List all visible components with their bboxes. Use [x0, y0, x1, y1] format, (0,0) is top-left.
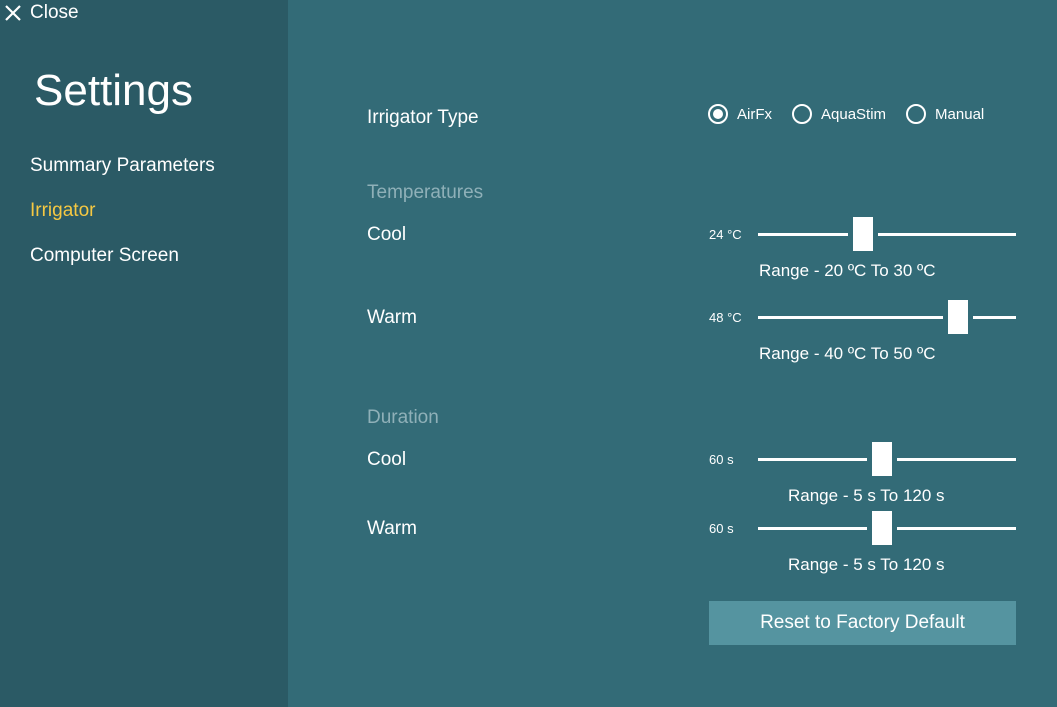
duration-cool-slider[interactable] [758, 441, 1016, 477]
slider-thumb[interactable] [853, 217, 874, 251]
radio-airfx-label: AirFx [737, 105, 772, 123]
duration-warm-range: Range - 5 s To 120 s [788, 555, 945, 574]
radio-airfx-circle[interactable] [708, 104, 728, 124]
duration-cool-value: 60 s [709, 452, 734, 467]
nav-item-computer-screen[interactable]: Computer Screen [30, 242, 215, 287]
page-title: Settings [34, 66, 193, 115]
temp-warm-slider[interactable] [758, 299, 1016, 335]
sidebar: Close Settings Summary Parameters Irriga… [0, 0, 288, 707]
nav-item-irrigator[interactable]: Irrigator [30, 197, 215, 242]
temp-warm-range: Range - 40 ºC To 50 ºC [759, 344, 936, 363]
slider-thumb[interactable] [948, 300, 969, 334]
duration-warm-value: 60 s [709, 521, 734, 536]
slider-thumb[interactable] [871, 511, 892, 545]
irrigator-type-options: AirFx AquaStim Manual [708, 104, 1004, 124]
duration-cool-label: Cool [367, 449, 407, 470]
temp-cool-range: Range - 20 ºC To 30 ºC [759, 261, 936, 280]
settings-content: Irrigator Type AirFx AquaStim Manual Tem… [288, 0, 1057, 707]
temperatures-heading: Temperatures [367, 182, 484, 203]
close-icon [5, 5, 21, 21]
duration-warm-label: Warm [367, 518, 417, 539]
temp-cool-value: 24 °C [709, 227, 742, 242]
radio-aquastim-label: AquaStim [821, 105, 887, 123]
temp-cool-slider[interactable] [758, 216, 1016, 252]
nav-item-summary-parameters[interactable]: Summary Parameters [30, 152, 215, 197]
radio-manual-circle[interactable] [906, 104, 927, 124]
close-label: Close [30, 2, 79, 23]
temp-cool-label: Cool [367, 224, 407, 245]
slider-track [758, 316, 1016, 319]
radio-airfx[interactable]: AirFx [708, 104, 772, 124]
radio-manual-label: Manual [935, 105, 985, 123]
temp-warm-value: 48 °C [709, 310, 742, 325]
radio-manual[interactable]: Manual [906, 104, 984, 124]
radio-aquastim[interactable]: AquaStim [792, 104, 886, 124]
radio-aquastim-circle[interactable] [792, 104, 812, 124]
duration-cool-range: Range - 5 s To 120 s [788, 486, 945, 505]
slider-thumb[interactable] [871, 442, 892, 476]
duration-warm-slider[interactable] [758, 510, 1016, 546]
settings-nav: Summary Parameters Irrigator Computer Sc… [30, 152, 215, 287]
irrigator-type-label: Irrigator Type [367, 107, 479, 128]
temp-warm-label: Warm [367, 307, 417, 328]
slider-track [758, 233, 1016, 236]
duration-heading: Duration [367, 407, 439, 428]
close-button[interactable]: Close [4, 0, 79, 26]
reset-factory-default-button[interactable]: Reset to Factory Default [709, 601, 1016, 645]
